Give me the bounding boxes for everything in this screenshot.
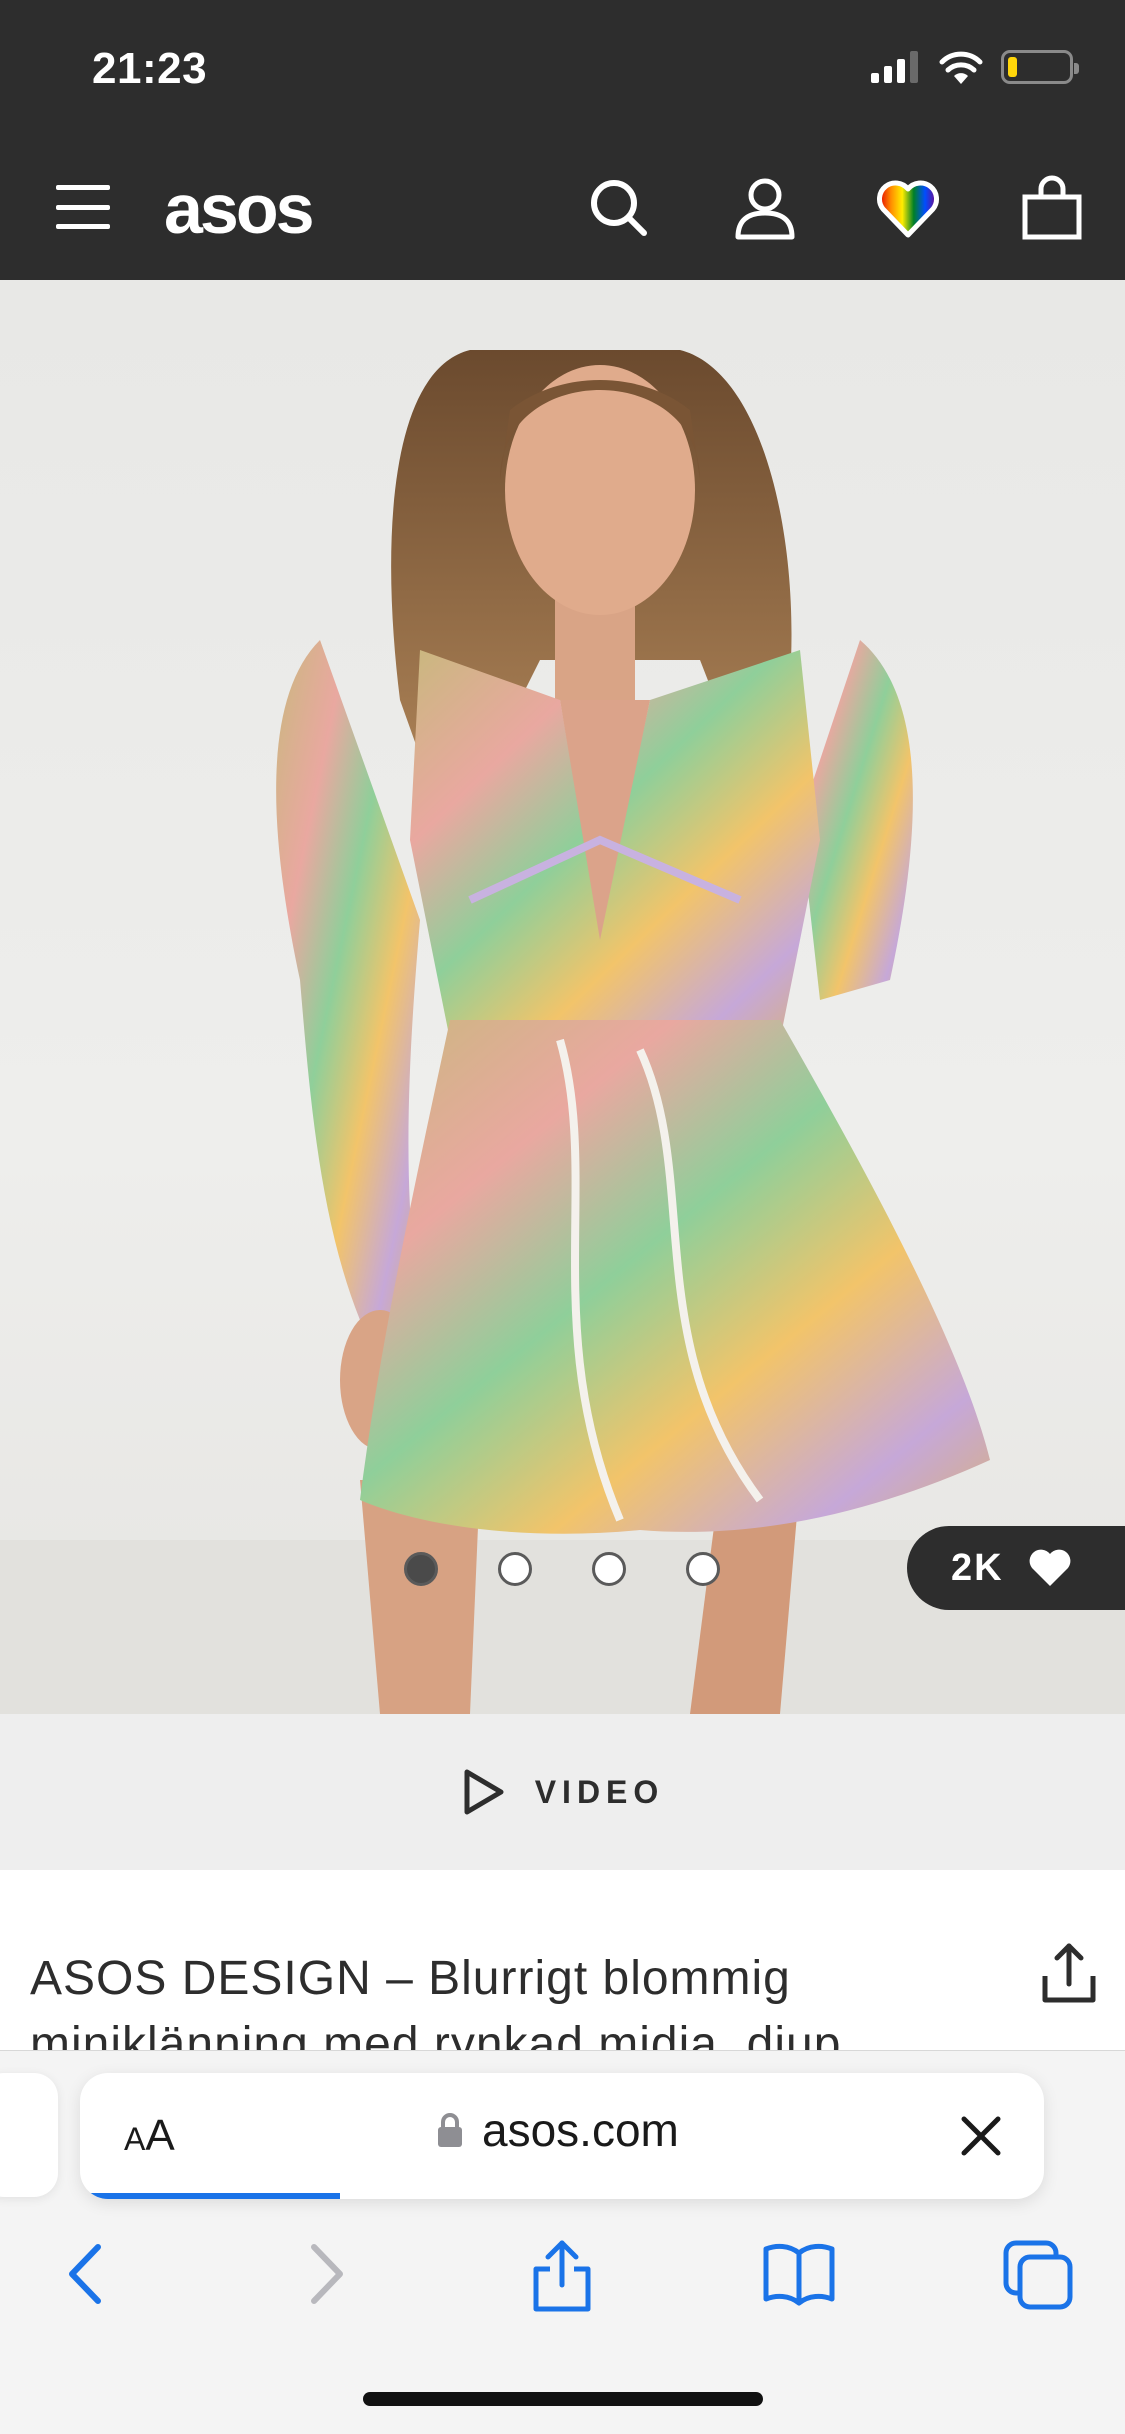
video-button[interactable]: VIDEO: [0, 1714, 1125, 1870]
carousel-dots: [404, 1552, 720, 1586]
address-bar[interactable]: AA asos.com: [80, 2073, 1044, 2199]
save-count: 2K: [951, 1546, 1004, 1589]
text-size-button[interactable]: AA: [124, 2111, 175, 2161]
play-icon: [464, 1769, 504, 1815]
status-time: 21:23: [92, 44, 208, 93]
product-info: ASOS DESIGN – Blurrigt blommig miniklänn…: [0, 1870, 1125, 2050]
battery-level: [1008, 57, 1017, 77]
browser-chrome: AA asos.com: [0, 2050, 1125, 2434]
account-icon[interactable]: [730, 173, 800, 243]
previous-tab-preview[interactable]: [0, 2073, 58, 2197]
asos-logo[interactable]: asos: [164, 169, 315, 249]
carousel-dot[interactable]: [498, 1552, 532, 1586]
product-image[interactable]: 2K: [0, 280, 1125, 1714]
status-icons: [871, 50, 1079, 84]
cellular-signal-icon: [871, 51, 918, 83]
battery-icon: [1001, 50, 1079, 84]
saved-items-heart-icon[interactable]: [873, 173, 943, 243]
site-header: asos: [0, 143, 1125, 280]
wifi-icon: [939, 51, 983, 84]
url-text: asos.com: [482, 2104, 679, 2156]
bag-icon[interactable]: [1017, 173, 1087, 243]
share-sheet-icon[interactable]: [530, 2239, 594, 2313]
search-icon[interactable]: [584, 173, 654, 243]
save-count-button[interactable]: 2K: [907, 1526, 1125, 1610]
carousel-dot[interactable]: [592, 1552, 626, 1586]
forward-icon[interactable]: [302, 2239, 352, 2309]
menu-icon[interactable]: [56, 185, 110, 229]
product-title: ASOS DESIGN – Blurrigt blommig miniklänn…: [30, 1952, 842, 2050]
model-in-floral-dress-illustration: [0, 350, 1125, 1714]
home-indicator: [363, 2392, 763, 2406]
lock-icon: [438, 2113, 462, 2147]
page-load-progress: [80, 2193, 341, 2199]
heart-icon: [1029, 1549, 1070, 1586]
status-bar: 21:23: [0, 0, 1125, 143]
video-label: VIDEO: [534, 1773, 665, 1810]
carousel-dot[interactable]: [686, 1552, 720, 1586]
stop-loading-icon[interactable]: [958, 2113, 1004, 2159]
bookmarks-icon[interactable]: [762, 2239, 836, 2309]
url-display[interactable]: asos.com: [436, 2103, 679, 2157]
carousel-dot[interactable]: [404, 1552, 438, 1586]
tabs-icon[interactable]: [1002, 2239, 1074, 2311]
back-icon[interactable]: [60, 2239, 110, 2309]
share-icon[interactable]: [1039, 1940, 1099, 2006]
